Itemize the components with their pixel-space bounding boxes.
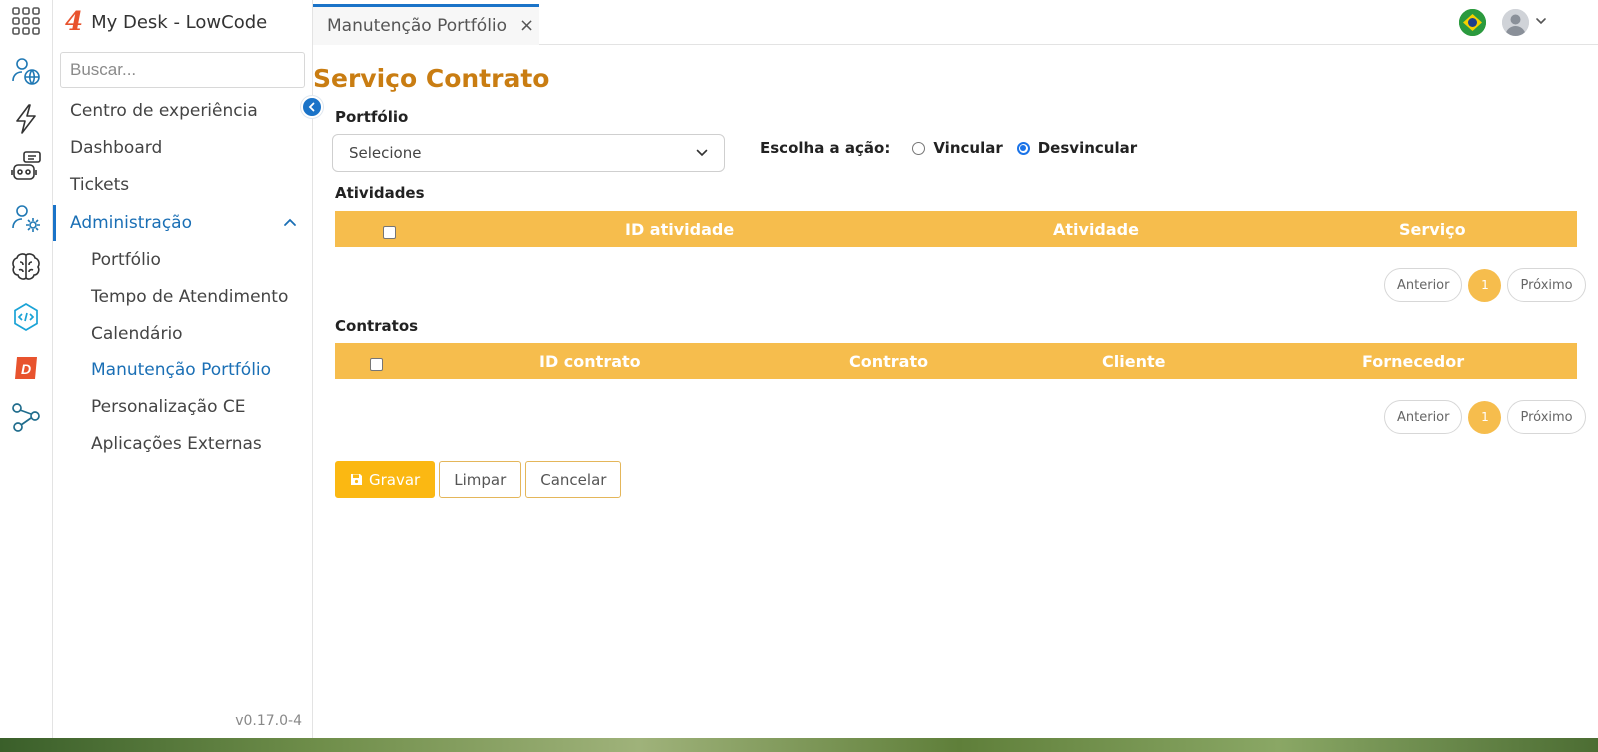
brain-icon[interactable] xyxy=(6,249,46,285)
sidebar: 4 My Desk - LowCode Centro de experiênci… xyxy=(53,0,323,738)
brand[interactable]: 4 My Desk - LowCode xyxy=(65,6,267,38)
close-icon[interactable]: × xyxy=(519,17,534,35)
sidebar-item-centro-experiencia[interactable]: Centro de experiência xyxy=(70,101,258,121)
d-logo-icon[interactable]: D xyxy=(6,350,46,386)
brand-logo: 4 xyxy=(65,7,84,37)
search-input[interactable] xyxy=(60,52,305,88)
sidebar-item-tickets[interactable]: Tickets xyxy=(70,175,129,195)
form-actions: Gravar Limpar Cancelar xyxy=(335,461,622,498)
avatar[interactable] xyxy=(1502,9,1529,36)
code-hex-icon[interactable] xyxy=(6,299,46,335)
chevron-left-icon xyxy=(308,102,315,112)
col-cliente[interactable]: Cliente xyxy=(1102,352,1165,371)
user-avatar-icon xyxy=(1502,9,1529,36)
sidebar-subitem-personalizacao-ce[interactable]: Personalização CE xyxy=(91,397,246,417)
background-strip xyxy=(0,738,1598,752)
icon-rail: D xyxy=(0,0,53,738)
radio-desvincular-input[interactable] xyxy=(1016,141,1030,155)
page-title: Serviço Contrato xyxy=(313,64,550,93)
contratos-next-button[interactable]: Próximo xyxy=(1507,400,1586,434)
chevron-down-icon[interactable] xyxy=(1535,16,1547,26)
col-servico[interactable]: Serviço xyxy=(1399,220,1466,239)
floppy-disk-icon xyxy=(351,474,362,485)
col-atividade[interactable]: Atividade xyxy=(1053,220,1139,239)
radio-vincular[interactable]: Vincular xyxy=(912,139,1003,157)
atividades-label: Atividades xyxy=(335,184,425,202)
radio-vincular-label: Vincular xyxy=(933,139,1003,157)
sidebar-subitem-aplicacoes-externas[interactable]: Aplicações Externas xyxy=(91,434,262,454)
radio-vincular-input[interactable] xyxy=(912,141,926,155)
sidebar-subitem-manutencao-portfolio[interactable]: Manutenção Portfólio xyxy=(91,360,271,380)
contratos-page-1[interactable]: 1 xyxy=(1468,400,1502,434)
cancel-button[interactable]: Cancelar xyxy=(525,461,622,498)
user-settings-icon[interactable] xyxy=(6,200,46,236)
sidebar-subitem-tempo-atendimento[interactable]: Tempo de Atendimento xyxy=(91,287,288,307)
brazil-flag-icon[interactable] xyxy=(1459,9,1486,36)
contratos-table-header: ID contrato Contrato Cliente Fornecedor xyxy=(335,343,1577,379)
atividades-pagination: Anterior 1 Próximo xyxy=(1384,268,1586,302)
apps-grid-icon[interactable] xyxy=(6,3,46,39)
lightning-icon[interactable] xyxy=(6,101,46,137)
action-label: Escolha a ação: xyxy=(760,139,891,157)
version-label: v0.17.0-4 xyxy=(235,713,302,729)
contratos-label: Contratos xyxy=(335,317,419,335)
contratos-select-all-checkbox[interactable] xyxy=(370,358,383,371)
sidebar-item-dashboard[interactable]: Dashboard xyxy=(70,138,162,158)
contratos-pagination: Anterior 1 Próximo xyxy=(1384,400,1586,434)
action-radio-group: Escolha a ação: Vincular Desvincular xyxy=(760,139,1137,157)
col-contrato[interactable]: Contrato xyxy=(849,352,928,371)
portfolio-select-value: Selecione xyxy=(349,144,422,162)
portfolio-select[interactable]: Selecione xyxy=(332,134,725,172)
chatbot-icon[interactable] xyxy=(6,149,46,185)
tab-manutencao-portfolio[interactable]: Manutenção Portfólio × xyxy=(313,4,539,45)
chevron-down-icon xyxy=(696,149,708,157)
portfolio-label: Portfólio xyxy=(335,108,409,126)
radio-desvincular-label: Desvincular xyxy=(1037,139,1138,157)
user-globe-icon[interactable] xyxy=(6,53,46,89)
collapse-sidebar-button[interactable] xyxy=(301,96,323,118)
d-logo-letter: D xyxy=(21,361,31,377)
atividades-select-all-checkbox[interactable] xyxy=(383,226,396,239)
contratos-prev-button[interactable]: Anterior xyxy=(1384,400,1463,434)
sidebar-subitem-portfolio[interactable]: Portfólio xyxy=(91,250,161,270)
atividades-table-header: ID atividade Atividade Serviço xyxy=(335,211,1577,247)
active-indicator xyxy=(53,205,56,241)
save-button[interactable]: Gravar xyxy=(335,461,436,498)
col-id-contrato[interactable]: ID contrato xyxy=(539,352,641,371)
atividades-prev-button[interactable]: Anterior xyxy=(1384,268,1463,302)
save-button-label: Gravar xyxy=(369,470,421,489)
col-id-atividade[interactable]: ID atividade xyxy=(625,220,734,239)
sidebar-subitem-calendario[interactable]: Calendário xyxy=(91,324,183,344)
chevron-up-icon[interactable] xyxy=(283,217,297,227)
clear-button[interactable]: Limpar xyxy=(439,461,522,498)
col-fornecedor[interactable]: Fornecedor xyxy=(1362,352,1464,371)
share-nodes-icon[interactable] xyxy=(6,399,46,435)
sidebar-item-administracao[interactable]: Administração xyxy=(70,213,192,233)
tab-label: Manutenção Portfólio xyxy=(327,16,508,36)
atividades-page-1[interactable]: 1 xyxy=(1468,268,1502,302)
app-title: My Desk - LowCode xyxy=(91,11,268,33)
tab-bar: Manutenção Portfólio × xyxy=(313,0,1598,45)
radio-desvincular[interactable]: Desvincular xyxy=(1016,139,1138,157)
atividades-next-button[interactable]: Próximo xyxy=(1507,268,1586,302)
